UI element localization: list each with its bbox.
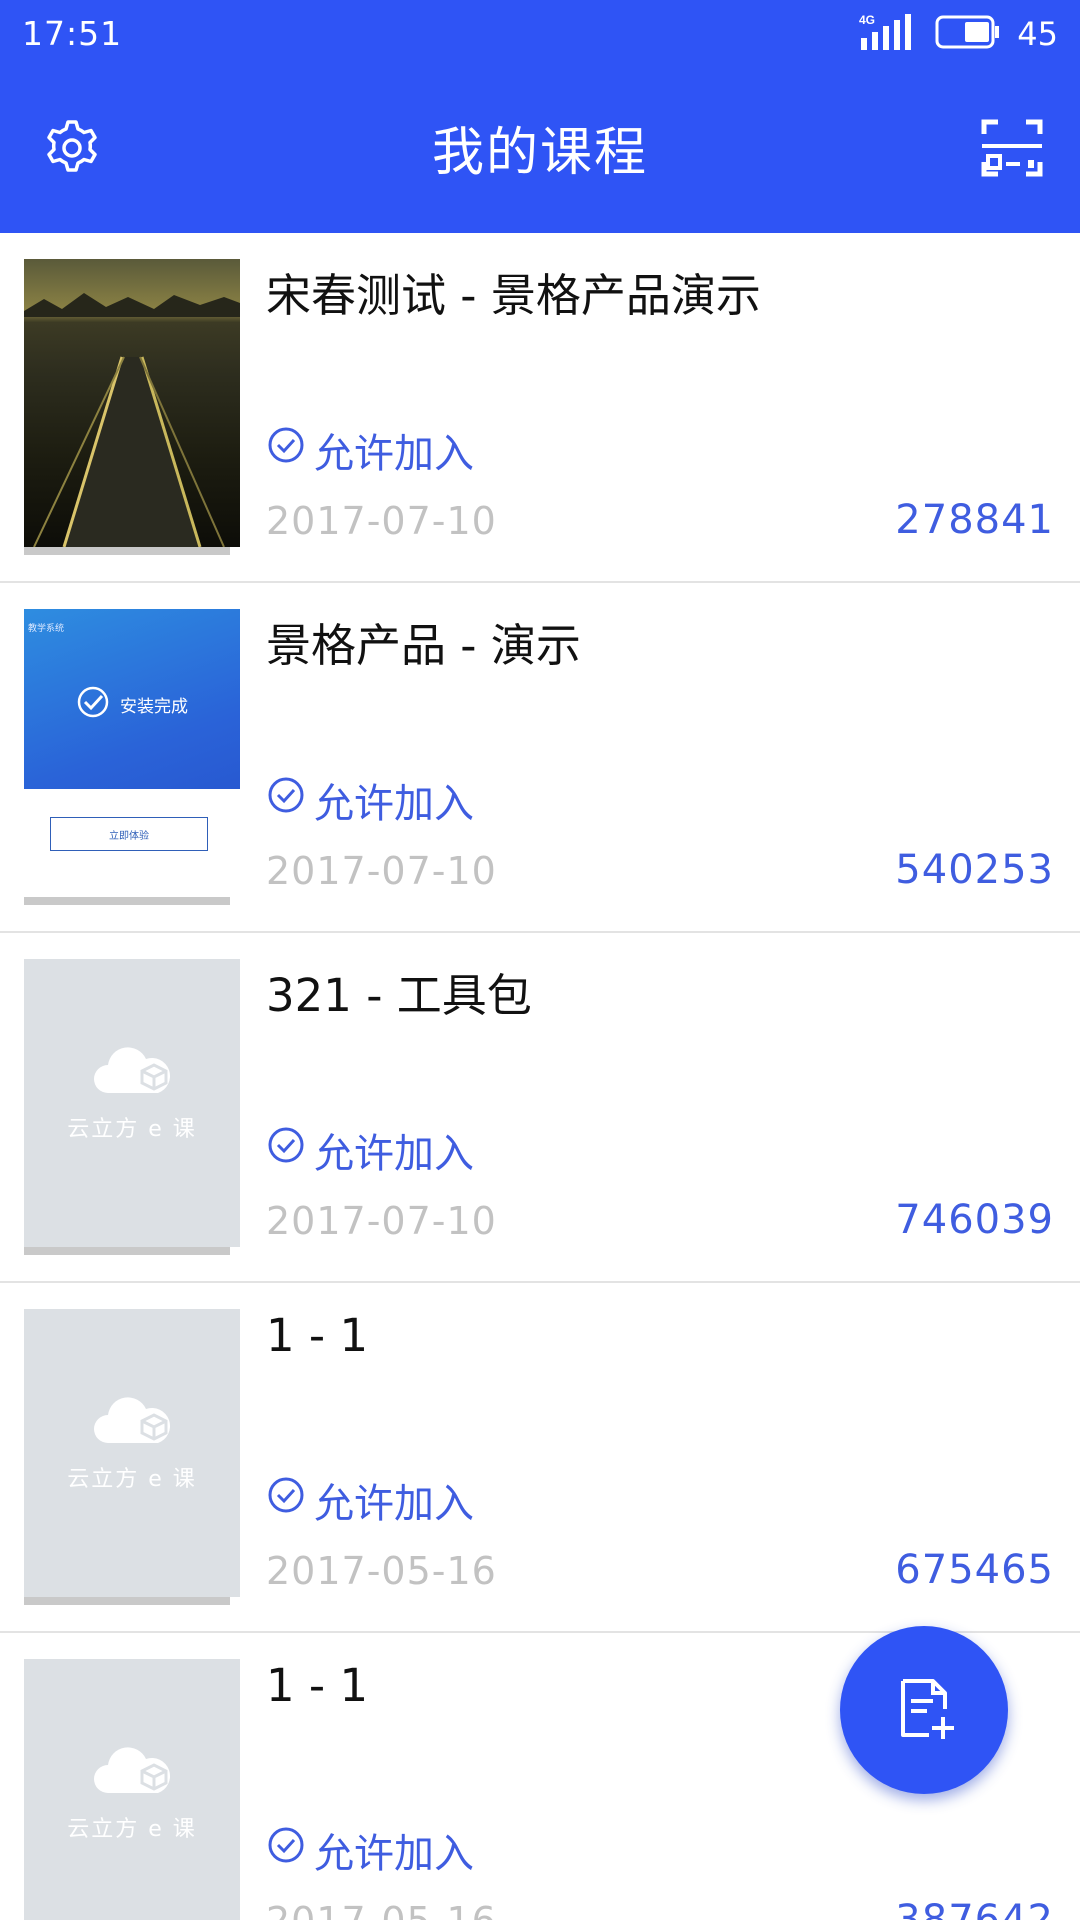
check-circle-icon — [266, 425, 306, 475]
course-title: 1 - 1 — [266, 1309, 369, 1362]
course-status-label: 允许加入 — [314, 1831, 474, 1877]
lake-photo — [24, 259, 240, 547]
status-right: 4G 45 — [859, 12, 1058, 56]
placeholder-brand: 云立方 e 课 — [67, 1117, 197, 1142]
check-circle-icon — [76, 685, 110, 724]
course-row[interactable]: 教学系统 安装完成 立即体验 景格产品 - 演示 允许加入 2017-07-10… — [0, 583, 1080, 933]
battery-level: 45 — [1017, 15, 1058, 53]
course-status-label: 允许加入 — [314, 431, 474, 477]
course-code: 746039 — [895, 1197, 1054, 1243]
course-code: 675465 — [895, 1547, 1054, 1593]
course-code: 278841 — [895, 497, 1054, 543]
cloud-icon — [24, 1041, 240, 1105]
course-date: 2017-07-10 — [266, 849, 497, 893]
install-complete-image: 教学系统 安装完成 立即体验 — [24, 609, 240, 897]
course-row[interactable]: 宋春测试 - 景格产品演示 允许加入 2017-07-10 278841 — [0, 233, 1080, 583]
course-status: 允许加入 — [266, 771, 474, 829]
install-caption: 教学系统 — [28, 624, 65, 634]
course-status-label: 允许加入 — [314, 1131, 474, 1177]
course-status: 允许加入 — [266, 1821, 474, 1879]
course-status-label: 允许加入 — [314, 1481, 474, 1527]
course-status-label: 允许加入 — [314, 781, 474, 827]
course-row[interactable]: 云立方 e 课 1 - 1 允许加入 2017-05-16 675465 — [0, 1283, 1080, 1633]
placeholder-brand: 云立方 e 课 — [67, 1817, 197, 1842]
course-row[interactable]: 云立方 e 课 321 - 工具包 允许加入 2017-07-10 746039 — [0, 933, 1080, 1283]
course-code: 540253 — [895, 847, 1054, 893]
placeholder-image: 云立方 e 课 — [24, 1309, 240, 1597]
placeholder-image: 云立方 e 课 — [24, 959, 240, 1247]
install-button: 立即体验 — [50, 817, 208, 851]
course-thumbnail: 云立方 e 课 — [24, 1659, 240, 1920]
course-title: 1 - 1 — [266, 1659, 369, 1712]
page-title: 我的课程 — [431, 123, 648, 183]
course-date: 2017-05-16 — [266, 1899, 497, 1920]
cloud-icon — [24, 1741, 240, 1805]
install-message: 安装完成 — [120, 697, 188, 717]
check-circle-icon — [266, 1125, 306, 1175]
placeholder-brand: 云立方 e 课 — [67, 1467, 197, 1492]
placeholder-image: 云立方 e 课 — [24, 1659, 240, 1920]
scan-button[interactable] — [980, 118, 1044, 182]
check-circle-icon — [266, 1825, 306, 1875]
signal-icon: 4G — [859, 12, 919, 56]
cloud-icon — [24, 1391, 240, 1455]
course-date: 2017-07-10 — [266, 1199, 497, 1243]
course-title: 宋春测试 - 景格产品演示 — [266, 269, 761, 322]
course-title: 321 - 工具包 — [266, 969, 532, 1022]
course-thumbnail — [24, 259, 240, 555]
course-status: 允许加入 — [266, 421, 474, 479]
course-date: 2017-05-16 — [266, 1549, 497, 1593]
check-circle-icon — [266, 775, 306, 825]
scan-icon — [980, 116, 1044, 184]
course-status: 允许加入 — [266, 1121, 474, 1179]
add-document-icon — [889, 1673, 959, 1747]
battery-icon — [935, 14, 1001, 54]
course-code: 387642 — [895, 1897, 1054, 1920]
app-bar: 17:51 4G 45 我的课程 — [0, 0, 1080, 233]
add-course-fab[interactable] — [840, 1626, 1008, 1794]
course-status: 允许加入 — [266, 1471, 474, 1529]
course-date: 2017-07-10 — [266, 499, 497, 543]
course-thumbnail: 教学系统 安装完成 立即体验 — [24, 609, 240, 905]
status-bar: 17:51 4G 45 — [0, 0, 1080, 70]
course-thumbnail: 云立方 e 课 — [24, 1309, 240, 1605]
status-time: 17:51 — [22, 14, 123, 53]
check-circle-icon — [266, 1475, 306, 1525]
network-label: 4G — [859, 13, 875, 27]
course-thumbnail: 云立方 e 课 — [24, 959, 240, 1255]
course-title: 景格产品 - 演示 — [266, 619, 581, 672]
